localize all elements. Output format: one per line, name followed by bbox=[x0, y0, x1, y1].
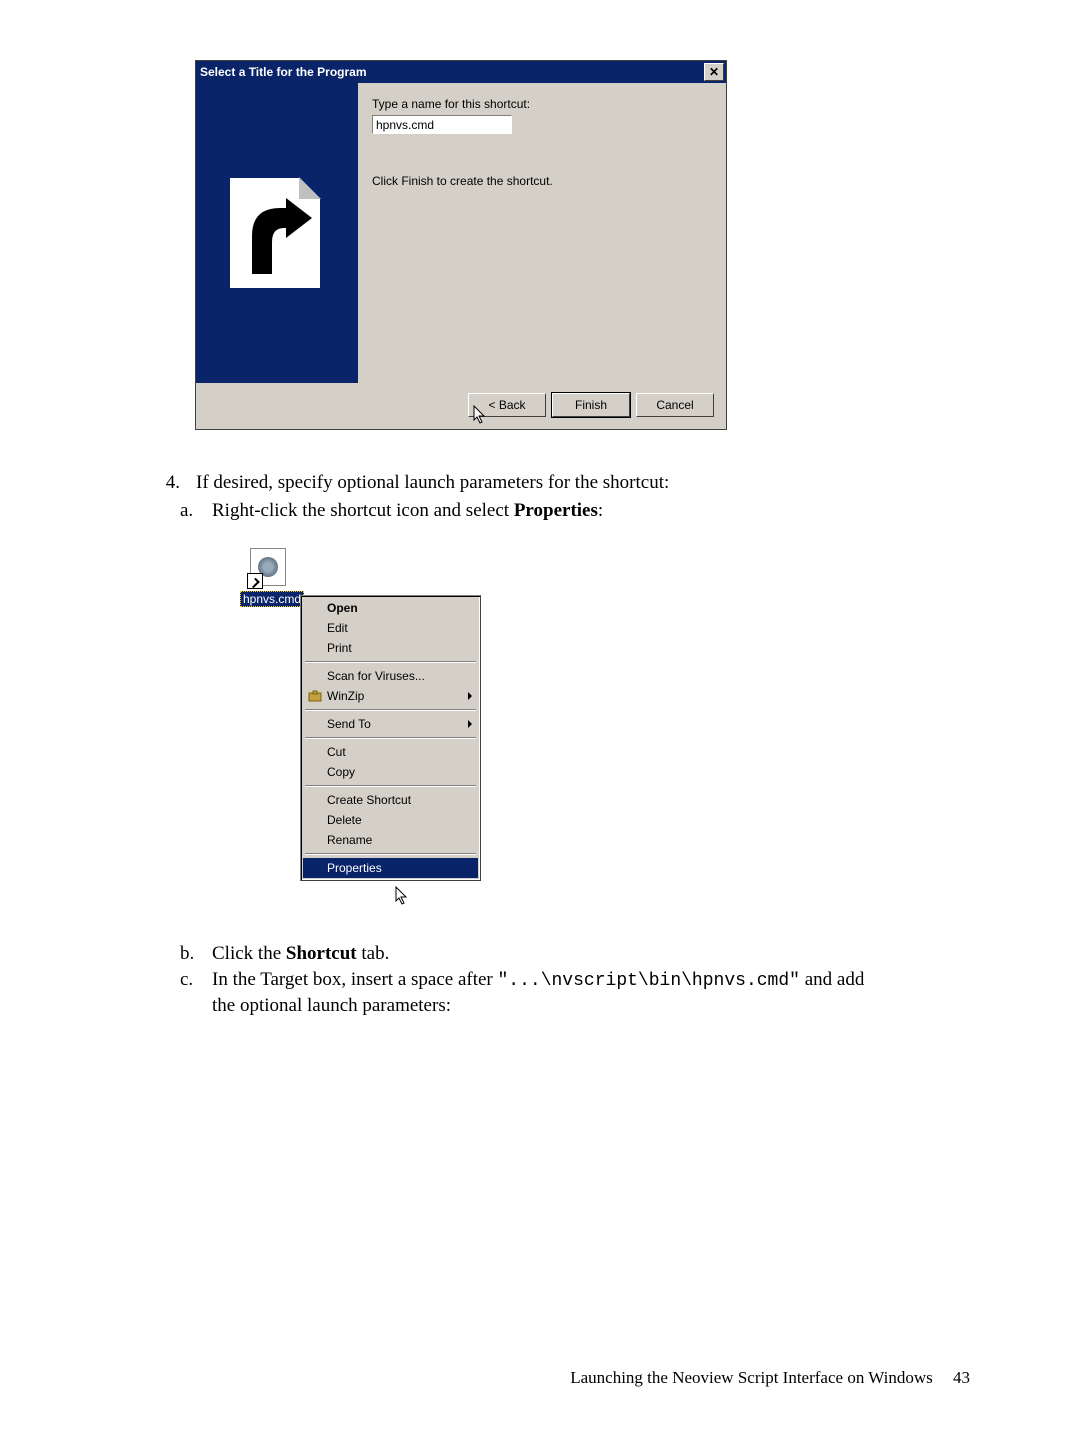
mouse-cursor-icon bbox=[395, 886, 411, 906]
step-4a-letter: a. bbox=[180, 498, 212, 524]
page-number: 43 bbox=[953, 1368, 970, 1387]
steps-bc: b. Click the Shortcut tab. c. In the Tar… bbox=[140, 941, 970, 1019]
step-4a-pre: Right-click the shortcut icon and select bbox=[212, 500, 514, 521]
menu-separator bbox=[305, 709, 476, 711]
menu-separator bbox=[305, 785, 476, 787]
step-4a-post: : bbox=[598, 500, 603, 521]
step-4a-bold: Properties bbox=[514, 500, 598, 521]
menu-item-send-to-label: Send To bbox=[327, 717, 371, 731]
page-footer: Launching the Neoview Script Interface o… bbox=[570, 1368, 970, 1388]
step-4c-post2: the optional launch parameters: bbox=[212, 995, 451, 1016]
menu-item-winzip-label: WinZip bbox=[327, 689, 364, 703]
menu-item-winzip[interactable]: WinZip bbox=[303, 686, 478, 706]
finish-instruction: Click Finish to create the shortcut. bbox=[372, 174, 712, 188]
context-menu: Open Edit Print Scan for Viruses... WinZ… bbox=[300, 595, 481, 881]
shortcut-wizard-icon bbox=[222, 178, 332, 298]
step-4c-text: In the Target box, insert a space after … bbox=[212, 967, 970, 1019]
close-icon[interactable]: ✕ bbox=[704, 63, 724, 81]
step-4b-letter: b. bbox=[180, 941, 212, 967]
menu-separator bbox=[305, 661, 476, 663]
menu-item-edit[interactable]: Edit bbox=[303, 618, 478, 638]
step-4b-pre: Click the bbox=[212, 943, 286, 964]
menu-separator bbox=[305, 737, 476, 739]
context-menu-figure: hpnvs.cmd Open Edit Print Scan for Virus… bbox=[240, 548, 480, 913]
dialog-footer: < Back Finish Cancel bbox=[196, 383, 726, 429]
back-button[interactable]: < Back bbox=[468, 393, 546, 417]
dialog-title: Select a Title for the Program bbox=[200, 65, 704, 79]
finish-button[interactable]: Finish bbox=[552, 393, 630, 417]
step-4c-pre: In the Target box, insert a space after bbox=[212, 969, 498, 990]
menu-item-send-to[interactable]: Send To bbox=[303, 714, 478, 734]
step-4-text: If desired, specify optional launch para… bbox=[196, 470, 970, 496]
chevron-right-icon bbox=[468, 692, 472, 700]
step-4-number: 4. bbox=[140, 470, 196, 496]
menu-item-copy[interactable]: Copy bbox=[303, 762, 478, 782]
shortcut-name-label: Type a name for this shortcut: bbox=[372, 97, 712, 111]
step-4c-letter: c. bbox=[180, 967, 212, 1019]
step-4c-code: "...\nvscript\bin\hpnvs.cmd" bbox=[498, 971, 800, 991]
step-4b-bold: Shortcut bbox=[286, 943, 357, 964]
wizard-side-panel bbox=[196, 83, 358, 383]
desktop-shortcut-icon[interactable]: hpnvs.cmd bbox=[240, 548, 295, 608]
menu-item-delete[interactable]: Delete bbox=[303, 810, 478, 830]
footer-section-title: Launching the Neoview Script Interface o… bbox=[570, 1368, 933, 1387]
menu-item-create-shortcut[interactable]: Create Shortcut bbox=[303, 790, 478, 810]
menu-item-scan-viruses[interactable]: Scan for Viruses... bbox=[303, 666, 478, 686]
shortcut-overlay-icon bbox=[247, 573, 263, 589]
cancel-button[interactable]: Cancel bbox=[636, 393, 714, 417]
dialog-titlebar: Select a Title for the Program ✕ bbox=[196, 61, 726, 83]
winzip-icon bbox=[307, 688, 323, 704]
wizard-dialog-figure: Select a Title for the Program ✕ bbox=[195, 60, 970, 430]
dialog-main-panel: Type a name for this shortcut: Click Fin… bbox=[358, 83, 726, 383]
shortcut-name-input[interactable] bbox=[372, 115, 512, 134]
step-4b-text: Click the Shortcut tab. bbox=[212, 941, 970, 967]
menu-item-rename[interactable]: Rename bbox=[303, 830, 478, 850]
wizard-dialog: Select a Title for the Program ✕ bbox=[195, 60, 727, 430]
step-4: 4. If desired, specify optional launch p… bbox=[140, 470, 970, 523]
menu-item-print[interactable]: Print bbox=[303, 638, 478, 658]
step-4a-text: Right-click the shortcut icon and select… bbox=[212, 498, 970, 524]
menu-item-open[interactable]: Open bbox=[303, 598, 478, 618]
menu-item-properties[interactable]: Properties bbox=[303, 858, 478, 878]
step-4b-post: tab. bbox=[357, 943, 390, 964]
chevron-right-icon bbox=[468, 720, 472, 728]
menu-separator bbox=[305, 853, 476, 855]
menu-item-cut[interactable]: Cut bbox=[303, 742, 478, 762]
dialog-body: Type a name for this shortcut: Click Fin… bbox=[196, 83, 726, 383]
shortcut-label: hpnvs.cmd bbox=[240, 591, 304, 607]
step-4c-post1: and add bbox=[800, 969, 864, 990]
